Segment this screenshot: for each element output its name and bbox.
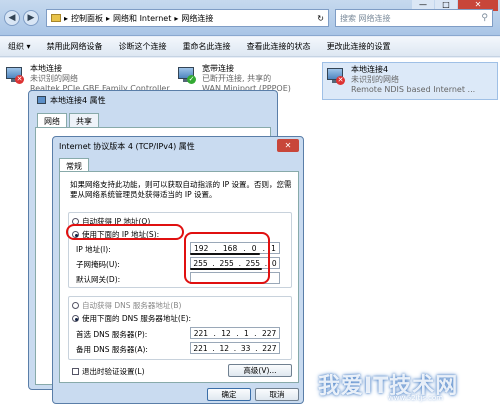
breadcrumb-sep: ▸ <box>106 13 111 23</box>
connection-status: 未识别的网络 <box>30 74 78 83</box>
ip-dot: . <box>254 328 257 338</box>
disable-device-button[interactable]: 禁用此网络设备 <box>39 41 111 52</box>
ip-dot: . <box>255 343 258 353</box>
ip-octet: 227 <box>262 343 277 353</box>
subnet-mask-label: 子网掩码(U): <box>76 260 120 269</box>
ip-dot: . <box>213 328 216 338</box>
address-bar[interactable]: ▸ 控制面板 ▸ 网络和 Internet ▸ 网络连接 ↻ <box>46 9 329 27</box>
refresh-icon[interactable]: ↻ <box>317 14 324 23</box>
ip-octet: 1 <box>271 243 276 253</box>
search-placeholder: 搜索 网络连接 <box>340 13 391 23</box>
alternate-dns-label: 备用 DNS 服务器(A): <box>76 345 148 354</box>
watermark-url: www.52itjs.com <box>388 394 444 402</box>
change-settings-button[interactable]: 更改此连接的设置 <box>319 41 399 52</box>
ip-dot: . <box>212 343 215 353</box>
validate-checkbox[interactable]: 退出时验证设置(L) <box>72 366 145 377</box>
ip-octet: 221 <box>193 328 209 338</box>
view-status-button[interactable]: 查看此连接的状态 <box>239 41 319 52</box>
ip-octet: 227 <box>261 328 277 338</box>
auto-dns-radio[interactable]: 自动获得 DNS 服务器地址(B) <box>72 300 181 311</box>
underline-mark <box>190 268 262 270</box>
ip-octet: 12 <box>221 328 231 338</box>
network-icon <box>37 96 46 104</box>
connection-status: 未识别的网络 <box>351 75 399 84</box>
dialog-title: 本地连接4 属性 <box>50 95 106 105</box>
dialog-titlebar: Internet 协议版本 4 (TCP/IPv4) 属性 ✕ <box>53 137 303 155</box>
connection-status: 已断开连接, 共享的 <box>202 74 272 83</box>
auto-dns-label: 自动获得 DNS 服务器地址(B) <box>82 301 182 310</box>
ok-button[interactable]: 确定 <box>207 388 251 401</box>
description-text: 如果网络支持此功能，则可以获取自动指派的 IP 设置。否则，您需要从网络系统管理… <box>70 180 292 199</box>
breadcrumb-network-internet[interactable]: 网络和 Internet <box>113 13 171 24</box>
radio-dot <box>72 315 79 322</box>
diagnose-button[interactable]: 诊断这个连接 <box>111 41 175 52</box>
cancel-button[interactable]: 取消 <box>255 388 299 401</box>
ip-octet: 1 <box>243 328 249 338</box>
validate-label: 退出时验证设置(L) <box>82 367 145 376</box>
preferred-dns-label: 首选 DNS 服务器(P): <box>76 330 148 339</box>
highlight-ip-fields <box>184 232 270 284</box>
title-bar: — □ ✕ ◀ ▶ ▸ 控制面板 ▸ 网络和 Internet ▸ 网络连接 ↻… <box>0 0 500 36</box>
connection-item-selected[interactable]: ✕ 本地连接4 未识别的网络 Remote NDIS based Interne… <box>322 62 498 100</box>
command-bar: 组织 ▾ 禁用此网络设备 诊断这个连接 重命名此连接 查看此连接的状态 更改此连… <box>0 37 500 57</box>
ip-octet: 12 <box>219 343 230 353</box>
ip-octet: 0 <box>271 258 277 268</box>
connection-name: 本地连接 <box>30 64 62 73</box>
highlight-manual-ip <box>66 224 184 240</box>
breadcrumb-network-connections[interactable]: 网络连接 <box>181 13 213 24</box>
connection-device: Remote NDIS based Internet ... <box>351 85 476 94</box>
breadcrumb-control-panel[interactable]: 控制面板 <box>71 13 103 24</box>
dialog-titlebar: 本地连接4 属性 <box>29 91 277 109</box>
back-button[interactable]: ◀ <box>4 10 20 26</box>
breadcrumb-sep: ▸ <box>174 13 179 23</box>
network-adapter-icon: ✕ <box>325 65 347 87</box>
ip-dot: . <box>233 343 237 353</box>
alternate-dns-field[interactable]: 221. 12. 33. 227 <box>190 342 280 354</box>
broadband-icon: ✓ <box>176 64 198 86</box>
radio-dot <box>72 302 79 309</box>
breadcrumb-sep: ▸ <box>64 13 69 23</box>
dialog-title: Internet 协议版本 4 (TCP/IPv4) 属性 <box>59 141 195 151</box>
manual-dns-radio[interactable]: 使用下面的 DNS 服务器地址(E): <box>72 313 191 324</box>
advanced-button[interactable]: 高级(V)... <box>228 364 292 377</box>
connection-name: 本地连接4 <box>351 65 389 74</box>
underline-mark <box>190 253 260 255</box>
search-input[interactable]: 搜索 网络连接 ⚲ <box>335 9 493 27</box>
ip-octet: 33 <box>240 343 251 353</box>
organize-menu[interactable]: 组织 ▾ <box>0 41 39 52</box>
forward-button[interactable]: ▶ <box>23 10 39 26</box>
network-adapter-icon: ✕ <box>4 64 26 86</box>
ip-address-label: IP 地址(I): <box>76 245 111 254</box>
gateway-label: 默认网关(D): <box>76 275 121 284</box>
checkbox-box <box>72 368 79 375</box>
connection-name: 宽带连接 <box>202 64 234 73</box>
manual-dns-label: 使用下面的 DNS 服务器地址(E): <box>82 314 192 323</box>
ip-dot: . <box>236 328 239 338</box>
preferred-dns-field[interactable]: 221. 12. 1. 227 <box>190 327 280 339</box>
ip-octet: 221 <box>193 343 208 353</box>
rename-button[interactable]: 重命名此连接 <box>175 41 239 52</box>
search-icon[interactable]: ⚲ <box>481 13 488 23</box>
close-button[interactable]: ✕ <box>277 139 299 152</box>
folder-icon <box>51 14 61 22</box>
